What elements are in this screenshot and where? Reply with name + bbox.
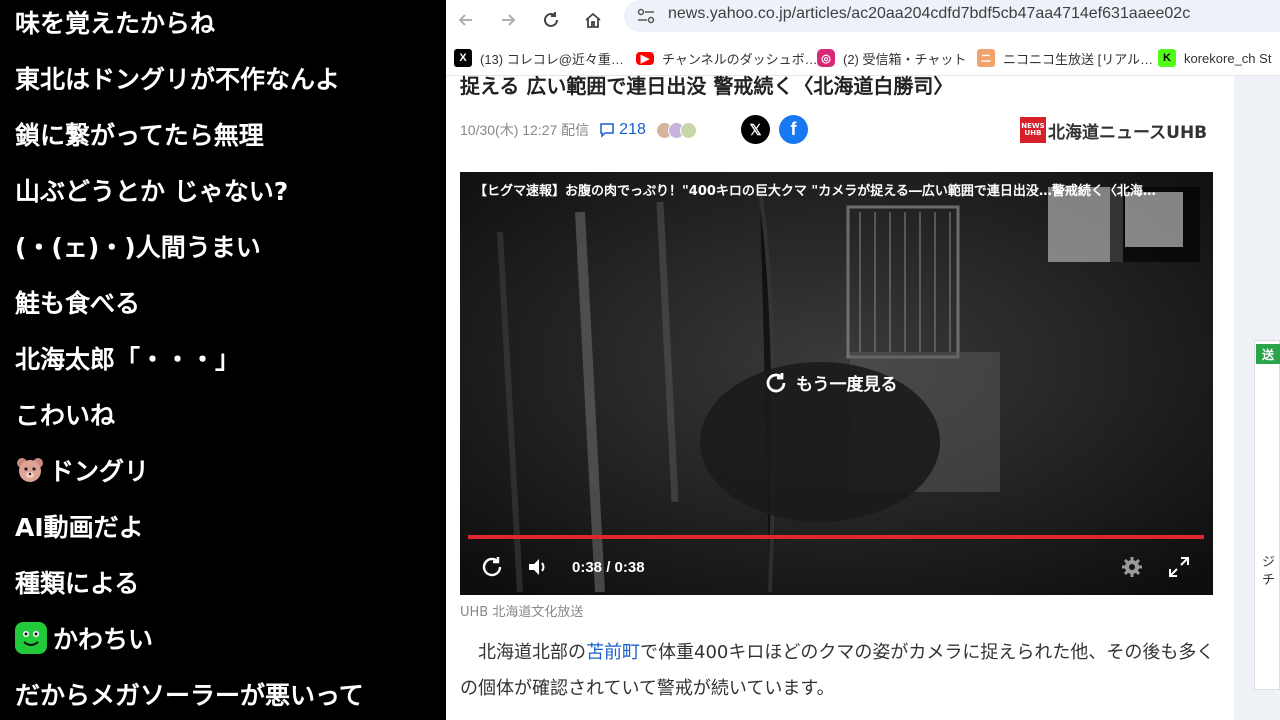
- bookmark-label: ニコニコ生放送 [リアル…: [1003, 51, 1154, 67]
- bookmark-label: チャンネルのダッシュボ…: [662, 51, 818, 67]
- video-time: 0:38 / 0:38: [572, 559, 645, 576]
- comment-item: だからメガソーラーが悪いって: [15, 674, 364, 714]
- comment-text: 鎖に繋がってたら無理: [15, 121, 264, 150]
- forward-button[interactable]: [492, 4, 524, 36]
- share-facebook-button[interactable]: f: [779, 115, 808, 144]
- comment-text: 種類による: [15, 569, 140, 598]
- bookmark-item[interactable]: ニ ニコニコ生放送 [リアル…: [977, 47, 1153, 69]
- comment-item: 北海太郎「・・・」: [15, 338, 240, 378]
- bookmark-item[interactable]: ▶ チャンネルのダッシュボ…: [636, 47, 818, 69]
- back-arrow-icon: [458, 14, 472, 26]
- comment-text: 北海太郎「・・・」: [15, 345, 241, 374]
- reload-icon: [482, 557, 502, 577]
- comment-text: こわいね: [15, 401, 116, 430]
- sidebar-snippet: ジチ: [1262, 555, 1276, 588]
- bookmark-item[interactable]: K korekore_ch St: [1158, 47, 1271, 69]
- settings-button[interactable]: [1120, 555, 1144, 583]
- bear-face-icon: [15, 455, 45, 485]
- niconico-icon: ニ: [977, 49, 995, 67]
- bookmark-label: korekore_ch St: [1184, 50, 1272, 66]
- comment-item: 鮭も食べる: [15, 282, 140, 322]
- right-sidebar: 送 ジチ: [1234, 76, 1280, 720]
- youtube-icon: ▶: [636, 51, 654, 65]
- comment-item: ドングリ: [15, 450, 149, 490]
- publish-date: 10/30(木) 12:27 配信: [460, 122, 590, 138]
- volume-button[interactable]: [526, 555, 550, 583]
- article-headline: 捉える 広い範囲で連日出没 警戒続く〈北海道白勝司〉: [460, 74, 954, 98]
- gear-icon: [1122, 557, 1142, 577]
- replay-button[interactable]: もう一度見る: [764, 370, 898, 395]
- article-body: 北海道北部の苫前町で体重400キロほどのクマの姿がカメラに捉えられた他、その後も…: [460, 635, 1220, 707]
- comment-text: AI動画だよ: [15, 513, 144, 542]
- reload-icon: [544, 12, 558, 27]
- bookmark-item[interactable]: ◎ (2) 受信箱・チャット: [817, 47, 966, 69]
- video-player[interactable]: 【ヒグマ速報】お腹の肉でっぷり！"400キロの巨大クマ "カメラが捉える―広い範…: [460, 172, 1213, 595]
- video-title: 【ヒグマ速報】お腹の肉でっぷり！"400キロの巨大クマ "カメラが捉える―広い範…: [474, 184, 1156, 199]
- back-button[interactable]: [450, 4, 482, 36]
- forward-arrow-icon: [502, 14, 516, 26]
- article: 捉える 広い範囲で連日出没 警戒続く〈北海道白勝司〉 10/30(木) 12:2…: [446, 74, 1234, 720]
- comment-count[interactable]: 218: [619, 121, 646, 139]
- url-field[interactable]: news.yahoo.co.jp/articles/ac20aa204cdfd7…: [624, 0, 1280, 32]
- kick-icon: K: [1158, 49, 1176, 67]
- bookmark-item[interactable]: X (13) コレコレ@近々重…: [454, 47, 624, 69]
- video-caption: UHB 北海道文化放送: [460, 605, 584, 620]
- comment-text: 山ぶどうとか じゃない?: [15, 177, 289, 206]
- comment-text: かわちい: [53, 625, 154, 654]
- publisher[interactable]: NEWS UHB 北海道ニュースUHB: [1020, 116, 1207, 144]
- sidebar-badge: 送: [1256, 344, 1280, 364]
- comment-item: 東北はドングリが不作なんよ: [15, 58, 340, 98]
- replay-control-button[interactable]: [480, 555, 504, 583]
- comment-item: 味を覚えたからね: [15, 2, 215, 42]
- home-icon: [585, 12, 601, 28]
- comment-text: だからメガソーラーが悪いって: [15, 681, 364, 710]
- volume-icon: [529, 559, 545, 575]
- replay-icon: [766, 372, 786, 392]
- uhb-logo-icon: NEWS UHB: [1020, 117, 1046, 143]
- site-info-icon[interactable]: [636, 7, 656, 25]
- video-controls: 0:38 / 0:38: [460, 547, 1213, 587]
- bookmark-label: (2) 受信箱・チャット: [843, 51, 967, 67]
- body-text: 北海道北部の: [478, 642, 586, 663]
- x-icon: X: [454, 49, 472, 67]
- comment-item: 鎖に繋がってたら無理: [15, 114, 264, 154]
- replay-label: もう一度見る: [796, 375, 898, 395]
- comment-item: 種類による: [15, 562, 139, 602]
- avatar: [679, 121, 697, 139]
- comment-item: AI動画だよ: [15, 506, 144, 546]
- commenter-avatars: [655, 121, 697, 139]
- place-link[interactable]: 苫前町: [586, 642, 640, 663]
- video-progress-bar[interactable]: [468, 535, 1204, 539]
- sidebar-card[interactable]: [1254, 340, 1280, 690]
- instagram-icon: ◎: [817, 49, 835, 67]
- facebook-icon: f: [790, 119, 797, 139]
- home-button[interactable]: [577, 4, 609, 36]
- comment-text: (・(ェ)・)人間うまい: [15, 233, 261, 262]
- article-meta: 10/30(木) 12:27 配信 218: [460, 118, 697, 142]
- address-bar: news.yahoo.co.jp/articles/ac20aa204cdfd7…: [446, 0, 1280, 40]
- comment-text: 東北はドングリが不作なんよ: [15, 65, 341, 94]
- fullscreen-button[interactable]: [1167, 555, 1191, 583]
- comment-text: 味を覚えたからね: [15, 9, 216, 38]
- comment-stream: 味を覚えたからね 東北はドングリが不作なんよ 鎖に繋がってたら無理 山ぶどうとか…: [0, 0, 446, 720]
- url-text: news.yahoo.co.jp/articles/ac20aa204cdfd7…: [668, 5, 1191, 22]
- browser-window: news.yahoo.co.jp/articles/ac20aa204cdfd7…: [446, 0, 1280, 720]
- comment-item: 山ぶどうとか じゃない?: [15, 170, 288, 210]
- share-x-button[interactable]: 𝕏: [741, 115, 770, 144]
- comment-item: こわいね: [15, 394, 115, 434]
- bookmark-label: (13) コレコレ@近々重…: [480, 51, 624, 67]
- green-face-icon: [15, 622, 47, 654]
- x-icon: 𝕏: [749, 121, 762, 139]
- comment-bubble-icon: [600, 123, 614, 138]
- comment-item: (・(ェ)・)人間うまい: [15, 226, 261, 266]
- publisher-name: 北海道ニュースUHB: [1048, 122, 1208, 143]
- comment-item: かわちい: [15, 618, 153, 658]
- fullscreen-icon: [1169, 557, 1189, 577]
- reload-button[interactable]: [535, 4, 567, 36]
- comment-text: 鮭も食べる: [15, 289, 141, 318]
- comment-text: ドングリ: [49, 457, 150, 486]
